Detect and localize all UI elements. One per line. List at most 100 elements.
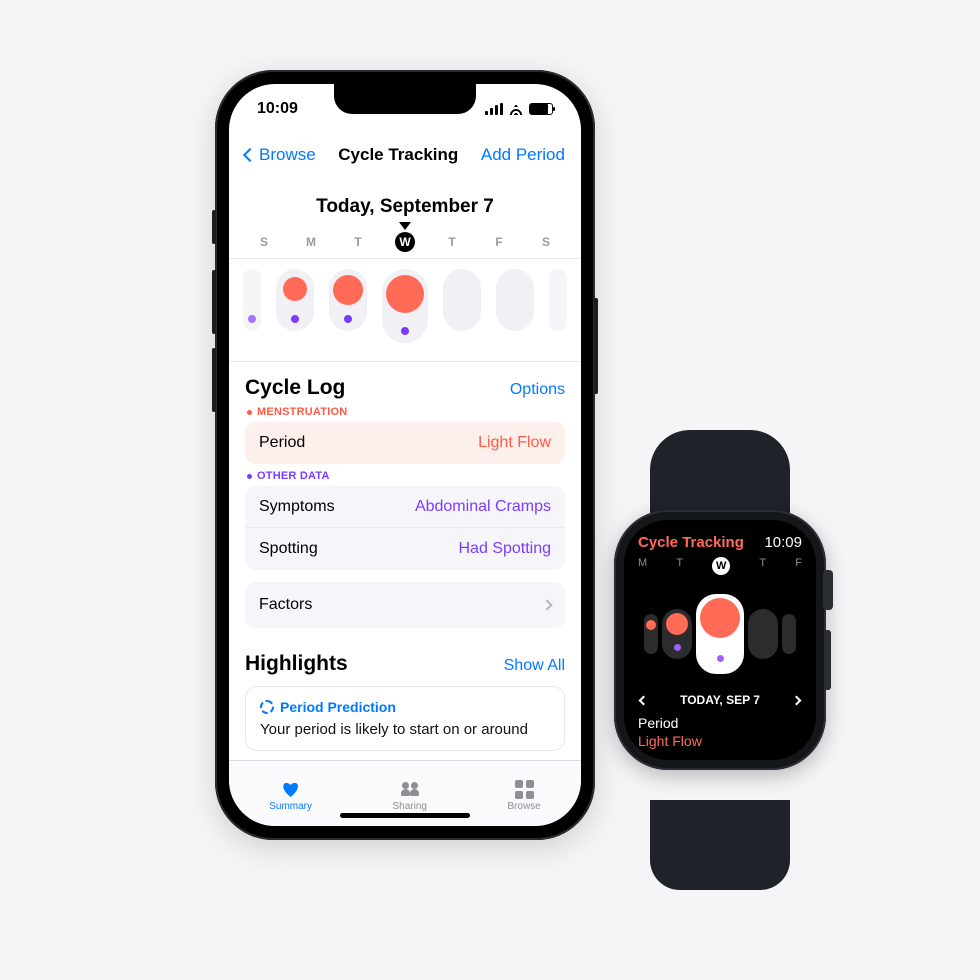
chevron-left-icon <box>243 148 257 162</box>
day-pill[interactable] <box>748 609 778 659</box>
watch-band <box>650 430 790 520</box>
back-label: Browse <box>259 145 316 165</box>
tab-sharing[interactable]: Sharing <box>392 779 426 812</box>
tab-browse[interactable]: Browse <box>507 779 540 812</box>
weekday-label: T <box>437 235 467 249</box>
watch-date-label: TODAY, SEP 7 <box>680 693 760 707</box>
day-pill[interactable] <box>276 269 314 331</box>
symptom-dot-icon <box>248 315 256 323</box>
cellular-icon <box>485 103 503 115</box>
watch-time: 10:09 <box>764 534 802 551</box>
other-data-label: OTHER DATA <box>247 470 563 482</box>
notch <box>334 84 476 114</box>
watch-cycle-strip[interactable] <box>634 581 806 687</box>
menstruation-label: MENSTRUATION <box>247 406 563 418</box>
day-pill[interactable] <box>549 269 567 331</box>
flow-dot-icon <box>700 598 740 638</box>
home-indicator[interactable] <box>340 813 470 818</box>
back-button[interactable]: Browse <box>245 145 316 165</box>
weekday-label: S <box>531 235 561 249</box>
day-pill[interactable] <box>662 609 692 659</box>
people-icon <box>401 782 419 796</box>
watch-band <box>650 800 790 890</box>
flow-dot-icon <box>386 275 424 313</box>
watch-screen: Cycle Tracking 10:09 M T W T F <box>624 520 816 760</box>
tab-label: Sharing <box>392 801 426 812</box>
symptom-dot-icon <box>717 655 724 662</box>
flow-dot-icon <box>283 277 307 301</box>
spotting-label: Spotting <box>259 540 318 558</box>
day-pill[interactable] <box>329 269 367 331</box>
symptom-dot-icon <box>344 315 352 323</box>
period-label: Period <box>259 434 305 452</box>
day-pill-current[interactable] <box>696 594 744 674</box>
day-pill[interactable] <box>443 269 481 331</box>
weekday-row: S M T W T F S <box>229 232 581 259</box>
weekday-label: M <box>638 557 647 575</box>
day-pill-current[interactable] <box>382 269 428 343</box>
weekday-label: T <box>343 235 373 249</box>
symptom-dot-icon <box>401 327 409 335</box>
wifi-icon <box>508 103 524 115</box>
battery-icon <box>529 103 553 115</box>
symptoms-label: Symptoms <box>259 498 335 516</box>
factors-row[interactable]: Factors <box>245 582 565 628</box>
highlights-title: Highlights <box>245 652 348 676</box>
cycle-log-title: Cycle Log <box>245 376 345 400</box>
watch-period-label: Period <box>638 715 802 733</box>
period-value: Light Flow <box>478 434 551 452</box>
weekday-label: F <box>484 235 514 249</box>
weekday-label-current: W <box>395 232 415 252</box>
weekday-label: T <box>759 557 766 575</box>
day-pill[interactable] <box>782 614 796 654</box>
watch-app-title: Cycle Tracking <box>638 534 744 551</box>
options-button[interactable]: Options <box>510 381 565 399</box>
weekday-label-current: W <box>712 557 730 575</box>
digital-crown[interactable] <box>823 570 833 610</box>
cycle-strip[interactable] <box>229 259 581 362</box>
watch-period-info[interactable]: Period Light Flow <box>638 715 802 750</box>
next-day-button[interactable] <box>792 695 802 705</box>
nav-title: Cycle Tracking <box>338 145 458 165</box>
bullet-icon <box>247 474 252 479</box>
watch-weekday-row: M T W T F <box>638 557 802 575</box>
day-pill[interactable] <box>644 614 658 654</box>
day-pill[interactable] <box>496 269 534 331</box>
factors-label: Factors <box>259 596 312 614</box>
today-label: Today, September 7 <box>229 196 581 218</box>
iphone-screen: 10:09 Browse Cycle Tracking Add Period T… <box>229 84 581 826</box>
watch-period-value: Light Flow <box>638 733 802 751</box>
tab-label: Summary <box>269 801 312 812</box>
symptoms-row[interactable]: Symptoms Abdominal Cramps <box>245 486 565 528</box>
chevron-right-icon <box>541 599 552 610</box>
spotting-value: Had Spotting <box>458 540 551 558</box>
weekday-label: S <box>249 235 279 249</box>
grid-icon <box>515 780 534 799</box>
prediction-icon <box>260 700 274 714</box>
prediction-title: Period Prediction <box>280 699 396 715</box>
status-time: 10:09 <box>257 100 298 118</box>
prediction-card[interactable]: Period Prediction Your period is likely … <box>245 686 565 751</box>
heart-icon <box>282 781 300 797</box>
add-period-button[interactable]: Add Period <box>481 145 565 165</box>
prev-day-button[interactable] <box>639 695 649 705</box>
apple-watch-device: Cycle Tracking 10:09 M T W T F <box>560 430 880 890</box>
symptom-dot-icon <box>291 315 299 323</box>
show-all-button[interactable]: Show All <box>504 657 565 675</box>
day-pill[interactable] <box>243 269 261 331</box>
bullet-icon <box>247 410 252 415</box>
period-row[interactable]: Period Light Flow <box>245 422 565 464</box>
prediction-text: Your period is likely to start on or aro… <box>260 721 550 738</box>
side-button[interactable] <box>824 630 831 690</box>
weekday-label: T <box>676 557 683 575</box>
nav-bar: Browse Cycle Tracking Add Period <box>229 134 581 176</box>
weekday-label: F <box>795 557 802 575</box>
tab-summary[interactable]: Summary <box>269 779 312 812</box>
symptom-dot-icon <box>674 644 681 651</box>
flow-dot-icon <box>666 613 688 635</box>
weekday-label: M <box>296 235 326 249</box>
tab-label: Browse <box>507 801 540 812</box>
spotting-row[interactable]: Spotting Had Spotting <box>245 527 565 570</box>
flow-dot-icon <box>333 275 363 305</box>
watch-case: Cycle Tracking 10:09 M T W T F <box>614 510 826 770</box>
